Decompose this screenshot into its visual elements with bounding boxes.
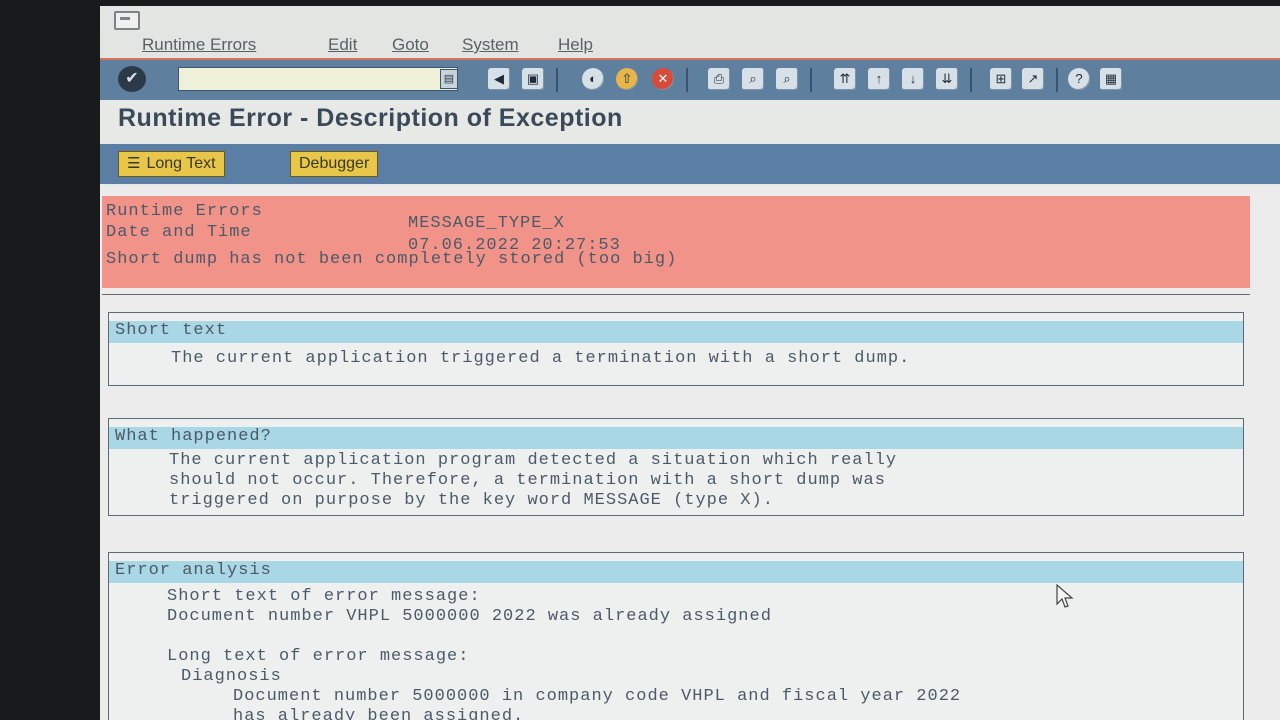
error-analysis-heading: Error analysis <box>109 561 1243 583</box>
back-icon[interactable]: ◐ <box>582 68 604 90</box>
runtime-errors-label: Runtime Errors <box>106 202 263 221</box>
last-page-icon[interactable]: ⇊ <box>936 68 958 90</box>
create-session-icon[interactable]: ⊞ <box>990 68 1012 90</box>
find-next-icon[interactable]: ⌕ <box>776 68 798 90</box>
menu-help[interactable]: Help <box>558 35 593 55</box>
short-error-label: Short text of error message: <box>167 587 481 606</box>
diagnosis-line: Document number 5000000 in company code … <box>233 687 962 706</box>
long-text-button[interactable]: ☰ Long Text <box>118 151 225 177</box>
error-header: Runtime Errors MESSAGE_TYPE_X Date and T… <box>102 196 1250 288</box>
mouse-pointer-icon <box>1056 584 1074 608</box>
divider <box>102 294 1250 295</box>
command-history-icon[interactable]: ▤ <box>440 69 458 89</box>
date-time-label: Date and Time <box>106 223 252 242</box>
standard-toolbar: ✔ ▤ ◀ ▣ ◐ ⇧ ✕ ⎙ ⌕ ⌕ ⇈ ↑ ↓ ⇊ ⊞ ↗ ? ▦ <box>100 60 1280 100</box>
menu-edit[interactable]: Edit <box>328 35 357 55</box>
long-text-icon: ☰ <box>127 155 141 172</box>
toolbar-separator <box>970 68 972 92</box>
toolbar-separator <box>1056 68 1058 92</box>
window-menu-icon[interactable] <box>114 11 140 30</box>
what-happened-heading: What happened? <box>109 427 1243 449</box>
what-happened-line: The current application program detected… <box>169 451 898 470</box>
toolbar-separator <box>810 68 812 92</box>
menu-system[interactable]: System <box>462 35 519 55</box>
exit-icon[interactable]: ⇧ <box>616 68 638 90</box>
long-error-label: Long text of error message: <box>167 647 470 666</box>
what-happened-line: should not occur. Therefore, a terminati… <box>169 471 886 490</box>
layout-icon[interactable]: ▦ <box>1100 68 1122 90</box>
storage-note: Short dump has not been completely store… <box>106 250 678 269</box>
next-page-icon[interactable]: ↓ <box>902 68 924 90</box>
print-icon[interactable]: ⎙ <box>708 68 730 90</box>
menu-goto[interactable]: Goto <box>392 35 429 55</box>
sap-window: Runtime Errors Edit Goto System Help ✔ ▤… <box>100 6 1280 720</box>
arrow-left-icon[interactable]: ◀ <box>488 68 510 90</box>
command-field[interactable] <box>178 67 458 91</box>
dump-content: Runtime Errors MESSAGE_TYPE_X Date and T… <box>100 186 1280 720</box>
toolbar-separator <box>686 68 688 92</box>
short-text-body: The current application triggered a term… <box>171 349 911 368</box>
application-toolbar: ☰ Long Text Debugger <box>100 144 1280 184</box>
debugger-button[interactable]: Debugger <box>290 151 379 177</box>
short-error-value: Document number VHPL 5000000 2022 was al… <box>167 607 772 626</box>
first-page-icon[interactable]: ⇈ <box>834 68 856 90</box>
menu-runtime-errors[interactable]: Runtime Errors <box>142 35 256 55</box>
help-icon[interactable]: ? <box>1068 68 1090 90</box>
short-text-panel: Short text The current application trigg… <box>108 312 1244 386</box>
diagnosis-label: Diagnosis <box>181 667 282 686</box>
what-happened-line: triggered on purpose by the key word MES… <box>169 491 774 510</box>
runtime-errors-value: MESSAGE_TYPE_X <box>408 214 565 233</box>
short-text-heading: Short text <box>109 321 1243 343</box>
error-analysis-panel: Error analysis Short text of error messa… <box>108 552 1244 720</box>
menu-bar: Runtime Errors Edit Goto System Help <box>100 32 1280 60</box>
page-title: Runtime Error - Description of Exception <box>118 104 623 132</box>
debugger-label: Debugger <box>299 155 370 172</box>
shortcut-icon[interactable]: ↗ <box>1022 68 1044 90</box>
what-happened-panel: What happened? The current application p… <box>108 418 1244 516</box>
save-icon[interactable]: ▣ <box>522 68 544 90</box>
previous-page-icon[interactable]: ↑ <box>868 68 890 90</box>
long-text-label: Long Text <box>146 155 216 172</box>
diagnosis-line: has already been assigned. <box>233 707 525 720</box>
toolbar-separator <box>556 68 558 92</box>
title-strip <box>100 6 1280 32</box>
find-icon[interactable]: ⌕ <box>742 68 764 90</box>
cancel-icon[interactable]: ✕ <box>652 68 674 90</box>
enter-icon[interactable]: ✔ <box>118 66 146 92</box>
